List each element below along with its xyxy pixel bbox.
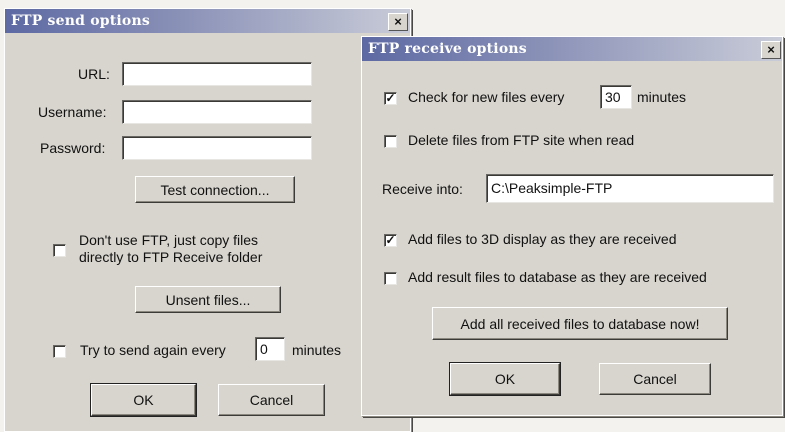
ftp-send-options-dialog: FTP send options × URL: Username: Passwo… [4, 8, 411, 432]
add-3d-label: Add files to 3D display as they are rece… [408, 231, 677, 247]
receive-into-field[interactable]: C:\Peaksimple-FTP [486, 174, 774, 203]
receive-ok-button[interactable]: OK [449, 362, 561, 396]
url-label: URL: [78, 66, 110, 82]
receive-cancel-button[interactable]: Cancel [599, 363, 711, 395]
receive-into-label: Receive into: [382, 181, 463, 197]
add-db-checkbox[interactable] [384, 272, 397, 285]
check-mark-icon: ✓ [385, 233, 396, 247]
password-label: Password: [40, 140, 106, 156]
receive-close-icon[interactable]: × [761, 41, 781, 59]
test-connection-button[interactable]: Test connection... [135, 176, 295, 203]
username-field[interactable] [122, 100, 312, 124]
dont-use-ftp-label-line2: directly to FTP Receive folder [79, 249, 263, 265]
username-label: Username: [38, 104, 107, 120]
retry-send-label: Try to send again every [80, 342, 226, 358]
unsent-files-button[interactable]: Unsent files... [135, 286, 281, 313]
add-db-label: Add result files to database as they are… [408, 269, 707, 285]
url-field[interactable] [122, 62, 312, 86]
check-mark-icon: ✓ [385, 91, 396, 105]
send-title-bar[interactable]: FTP send options [5, 9, 410, 33]
add-3d-checkbox[interactable]: ✓ [384, 234, 397, 247]
send-ok-button[interactable]: OK [90, 383, 197, 417]
add-all-to-database-button[interactable]: Add all received files to database now! [432, 307, 728, 340]
check-new-files-checkbox[interactable]: ✓ [384, 92, 397, 105]
dont-use-ftp-checkbox[interactable] [53, 244, 66, 257]
send-cancel-button[interactable]: Cancel [218, 384, 325, 416]
receive-dialog-title: FTP receive options [368, 41, 527, 57]
check-interval-field[interactable]: 30 [600, 85, 632, 109]
password-field[interactable] [122, 136, 312, 160]
check-new-files-label: Check for new files every [408, 89, 565, 105]
retry-minutes-unit: minutes [292, 342, 342, 358]
ftp-receive-options-dialog: FTP receive options × ✓ Check for new fi… [361, 36, 783, 416]
receive-title-bar[interactable]: FTP receive options [362, 37, 782, 61]
retry-minutes-field[interactable]: 0 [255, 337, 285, 361]
check-interval-unit: minutes [637, 89, 687, 105]
send-close-icon[interactable]: × [388, 13, 408, 31]
send-dialog-title: FTP send options [11, 13, 150, 29]
delete-files-checkbox[interactable] [384, 135, 397, 148]
dont-use-ftp-label-line1: Don't use FTP, just copy files [79, 232, 259, 248]
delete-files-label: Delete files from FTP site when read [408, 132, 635, 148]
retry-send-checkbox[interactable] [53, 345, 66, 358]
